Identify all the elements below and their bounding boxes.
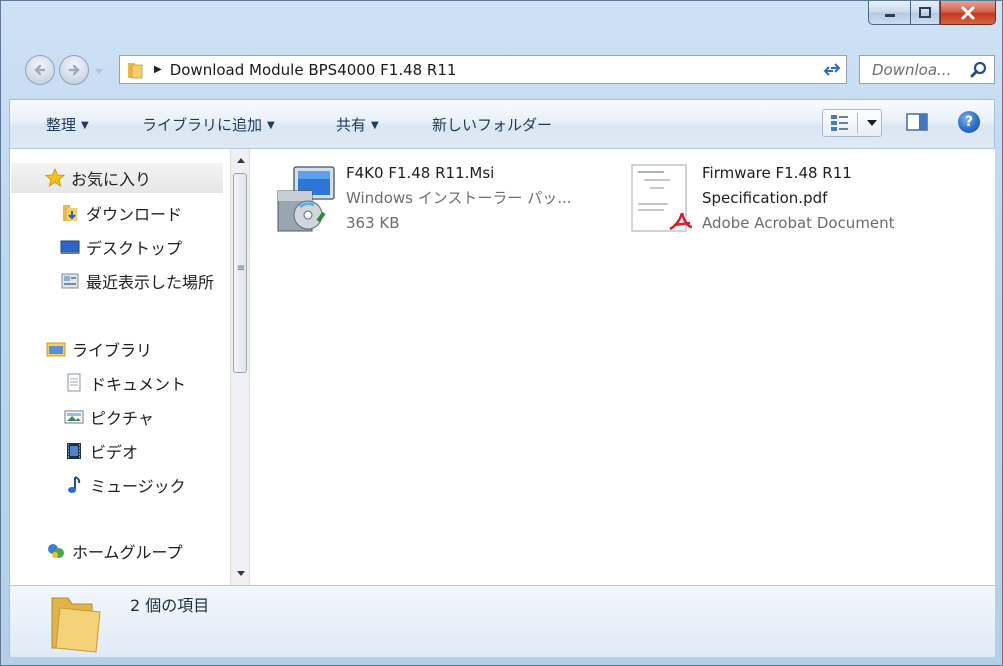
breadcrumb-separator[interactable]: ▶ [154, 64, 162, 75]
folder-icon [51, 597, 101, 653]
file-name: Specification.pdf [702, 189, 828, 207]
sidebar-item-favorites[interactable]: お気に入り [11, 163, 223, 193]
item-count: 2 個の項目 [130, 596, 210, 615]
help-button[interactable]: ? [958, 111, 980, 133]
chevron-up-icon [236, 158, 245, 163]
breadcrumb-path[interactable]: Download Module BPS4000 F1.48 R11 [170, 61, 457, 79]
scroll-thumb[interactable]: ≡ [233, 173, 247, 373]
change-view-button[interactable] [822, 109, 882, 137]
sidebar-item-label: ホームグループ [72, 543, 183, 562]
preview-pane-button[interactable] [906, 112, 928, 136]
search-icon[interactable] [970, 61, 988, 79]
sidebar-item-label: ライブラリ [72, 341, 153, 360]
refresh-icon [823, 62, 840, 76]
file-name: Firmware F1.48 R11 [702, 164, 852, 182]
address-row: ▶ Download Module BPS4000 F1.48 R11 Down… [19, 53, 997, 87]
file-list-pane[interactable]: F4K0 F1.48 R11.Msi Windows インストーラー パッ...… [249, 149, 995, 585]
file-item-msi[interactable]: F4K0 F1.48 R11.Msi Windows インストーラー パッ...… [274, 161, 572, 236]
sidebar-item-downloads[interactable]: ダウンロード [60, 201, 182, 225]
forward-button[interactable] [59, 55, 89, 85]
refresh-button[interactable] [817, 55, 847, 84]
organize-menu[interactable]: 整理 ▼ [46, 114, 89, 135]
sidebar-item-label: 最近表示した場所 [86, 273, 215, 292]
pictures-icon [64, 407, 84, 427]
chevron-down-icon [95, 69, 103, 74]
back-arrow-icon [34, 64, 46, 76]
preview-pane-icon [906, 113, 928, 131]
downloads-folder-icon [60, 203, 80, 223]
share-label: 共有 [336, 116, 367, 134]
back-button[interactable] [25, 55, 55, 85]
chevron-down-icon: ▼ [267, 120, 275, 131]
file-name: F4K0 F1.48 R11.Msi [346, 164, 495, 182]
sidebar-item-label: ダウンロード [86, 205, 183, 224]
minimize-icon [884, 13, 895, 17]
grip-icon: ≡ [236, 263, 246, 274]
file-size: 363 KB [346, 214, 400, 232]
library-icon [46, 339, 66, 359]
sidebar-item-label: ピクチャ [90, 409, 154, 428]
maximize-button[interactable] [910, 1, 940, 25]
explorer-window: ▶ Download Module BPS4000 F1.48 R11 Down… [0, 0, 1003, 666]
recent-places-icon [60, 271, 80, 291]
file-item-text: Firmware F1.48 R11 Specification.pdf Ado… [702, 161, 895, 236]
chevron-down-icon: ▼ [371, 120, 379, 131]
chevron-down-icon [236, 571, 245, 576]
navigation-scrollbar[interactable]: ≡ [230, 149, 249, 585]
search-box[interactable]: Downloa... [859, 55, 995, 84]
forward-arrow-icon [68, 64, 80, 76]
chevron-down-icon: ▼ [81, 120, 89, 131]
videos-icon [64, 441, 84, 461]
add-to-library-label: ライブラリに追加 [142, 116, 263, 134]
add-to-library-menu[interactable]: ライブラリに追加 ▼ [142, 114, 275, 135]
sidebar-item-pictures[interactable]: ピクチャ [64, 405, 154, 429]
sidebar-item-videos[interactable]: ビデオ [64, 439, 138, 463]
new-folder-label: 新しいフォルダー [432, 116, 553, 134]
command-bar: 整理 ▼ ライブラリに追加 ▼ 共有 ▼ 新しいフォルダー ? [9, 99, 995, 149]
recent-pages-dropdown[interactable] [93, 63, 105, 77]
sidebar-item-label: ミュージック [90, 477, 186, 496]
documents-icon [64, 373, 84, 393]
pdf-document-icon [631, 164, 693, 232]
music-note-icon [64, 475, 84, 495]
file-type: Adobe Acrobat Document [702, 214, 895, 232]
view-options-icon [831, 115, 848, 131]
homegroup-icon [46, 541, 66, 561]
sidebar-item-label: ドキュメント [90, 375, 187, 394]
navigation-pane: お気に入り ダウンロード デスクトップ 最近表示した場所 ライブラリ ドキュメン… [9, 149, 249, 585]
file-item-pdf[interactable]: Firmware F1.48 R11 Specification.pdf Ado… [630, 161, 895, 236]
sidebar-item-label: デスクトップ [86, 239, 183, 258]
sidebar-item-recent-places[interactable]: 最近表示した場所 [60, 269, 214, 293]
address-bar[interactable]: ▶ Download Module BPS4000 F1.48 R11 [119, 55, 843, 84]
share-menu[interactable]: 共有 ▼ [336, 114, 379, 135]
chevron-down-icon[interactable] [864, 118, 880, 128]
file-type: Windows インストーラー パッ... [346, 189, 572, 207]
star-icon [45, 168, 65, 188]
sidebar-item-music[interactable]: ミュージック [64, 473, 186, 497]
sidebar-item-label: ビデオ [90, 443, 139, 462]
help-icon: ? [964, 114, 974, 130]
close-button[interactable] [940, 1, 996, 25]
sidebar-item-libraries[interactable]: ライブラリ [46, 337, 152, 361]
search-placeholder: Downloa... [872, 60, 952, 79]
sidebar-item-homegroup[interactable]: ホームグループ [46, 539, 183, 563]
caption-buttons [868, 1, 996, 25]
maximize-icon [919, 6, 931, 18]
details-pane: 2 個の項目 [9, 585, 995, 657]
file-item-text: F4K0 F1.48 R11.Msi Windows インストーラー パッ...… [346, 161, 572, 236]
msi-installer-icon [277, 166, 335, 232]
organize-label: 整理 [46, 116, 77, 134]
sidebar-item-label: お気に入り [71, 170, 152, 189]
scroll-down-arrow[interactable] [231, 565, 249, 583]
desktop-icon [60, 237, 80, 257]
folder-icon [128, 62, 143, 78]
close-icon [961, 6, 975, 19]
minimize-button[interactable] [868, 1, 910, 25]
new-folder-button[interactable]: 新しいフォルダー [432, 114, 552, 135]
sidebar-item-desktop[interactable]: デスクトップ [60, 235, 182, 259]
scroll-up-arrow[interactable] [231, 151, 249, 169]
sidebar-item-documents[interactable]: ドキュメント [64, 371, 186, 395]
